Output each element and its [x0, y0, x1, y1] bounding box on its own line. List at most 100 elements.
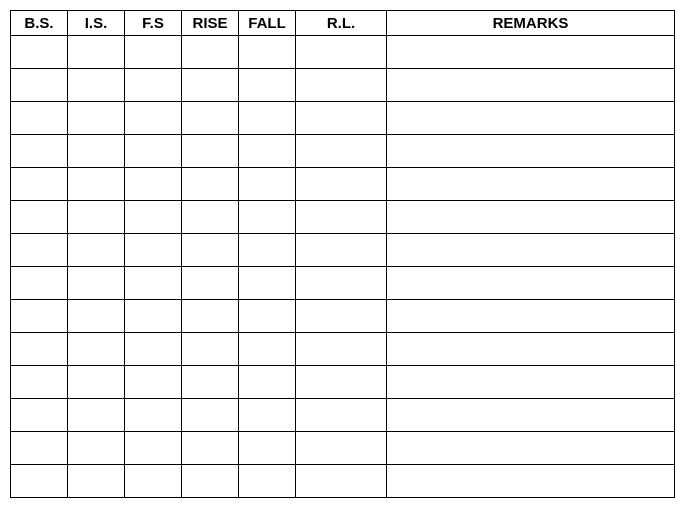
cell-is — [68, 69, 125, 102]
cell-is — [68, 36, 125, 69]
cell-fs — [125, 267, 182, 300]
cell-rise — [182, 234, 239, 267]
cell-bs — [11, 69, 68, 102]
cell-is — [68, 465, 125, 498]
table-row — [11, 168, 675, 201]
cell-fs — [125, 465, 182, 498]
cell-fall — [239, 201, 296, 234]
cell-fall — [239, 465, 296, 498]
table-row — [11, 267, 675, 300]
cell-bs — [11, 366, 68, 399]
cell-rl — [296, 69, 387, 102]
cell-bs — [11, 432, 68, 465]
cell-remarks — [387, 234, 675, 267]
level-book-table: B.S. I.S. F.S RISE FALL R.L. REMARKS — [10, 10, 675, 498]
cell-remarks — [387, 102, 675, 135]
cell-bs — [11, 36, 68, 69]
header-fs: F.S — [125, 11, 182, 36]
cell-fall — [239, 366, 296, 399]
table-body — [11, 36, 675, 498]
cell-fall — [239, 399, 296, 432]
cell-bs — [11, 135, 68, 168]
cell-fs — [125, 432, 182, 465]
cell-remarks — [387, 333, 675, 366]
table-row — [11, 135, 675, 168]
cell-remarks — [387, 432, 675, 465]
cell-fall — [239, 234, 296, 267]
cell-fall — [239, 432, 296, 465]
cell-rise — [182, 432, 239, 465]
header-bs: B.S. — [11, 11, 68, 36]
cell-is — [68, 102, 125, 135]
cell-rl — [296, 201, 387, 234]
cell-rl — [296, 36, 387, 69]
table-row — [11, 201, 675, 234]
cell-is — [68, 267, 125, 300]
table-row — [11, 300, 675, 333]
cell-fs — [125, 102, 182, 135]
cell-fs — [125, 168, 182, 201]
table-row — [11, 465, 675, 498]
cell-is — [68, 432, 125, 465]
cell-remarks — [387, 267, 675, 300]
cell-fall — [239, 168, 296, 201]
cell-rl — [296, 168, 387, 201]
cell-is — [68, 201, 125, 234]
cell-fall — [239, 135, 296, 168]
cell-remarks — [387, 300, 675, 333]
cell-bs — [11, 102, 68, 135]
cell-is — [68, 300, 125, 333]
cell-fall — [239, 300, 296, 333]
cell-remarks — [387, 399, 675, 432]
cell-fs — [125, 69, 182, 102]
cell-rise — [182, 135, 239, 168]
table-row — [11, 366, 675, 399]
cell-rise — [182, 465, 239, 498]
cell-is — [68, 168, 125, 201]
cell-rl — [296, 102, 387, 135]
cell-fs — [125, 399, 182, 432]
cell-fs — [125, 135, 182, 168]
cell-remarks — [387, 36, 675, 69]
cell-bs — [11, 267, 68, 300]
table-row — [11, 333, 675, 366]
cell-rl — [296, 465, 387, 498]
cell-rise — [182, 201, 239, 234]
cell-rise — [182, 168, 239, 201]
table-row — [11, 69, 675, 102]
cell-remarks — [387, 201, 675, 234]
cell-remarks — [387, 465, 675, 498]
cell-rl — [296, 135, 387, 168]
cell-rl — [296, 399, 387, 432]
cell-rise — [182, 267, 239, 300]
cell-is — [68, 333, 125, 366]
cell-rl — [296, 333, 387, 366]
cell-bs — [11, 399, 68, 432]
header-rise: RISE — [182, 11, 239, 36]
cell-rise — [182, 300, 239, 333]
cell-rl — [296, 432, 387, 465]
cell-fall — [239, 69, 296, 102]
cell-remarks — [387, 168, 675, 201]
cell-rise — [182, 102, 239, 135]
cell-fs — [125, 234, 182, 267]
table-row — [11, 36, 675, 69]
cell-rl — [296, 267, 387, 300]
header-is: I.S. — [68, 11, 125, 36]
cell-remarks — [387, 366, 675, 399]
cell-rise — [182, 36, 239, 69]
cell-bs — [11, 300, 68, 333]
cell-is — [68, 234, 125, 267]
cell-rise — [182, 399, 239, 432]
cell-bs — [11, 201, 68, 234]
cell-is — [68, 399, 125, 432]
cell-rl — [296, 300, 387, 333]
table-row — [11, 234, 675, 267]
header-remarks: REMARKS — [387, 11, 675, 36]
cell-fs — [125, 36, 182, 69]
cell-fs — [125, 366, 182, 399]
cell-remarks — [387, 135, 675, 168]
cell-rise — [182, 69, 239, 102]
table-row — [11, 102, 675, 135]
table-row — [11, 399, 675, 432]
